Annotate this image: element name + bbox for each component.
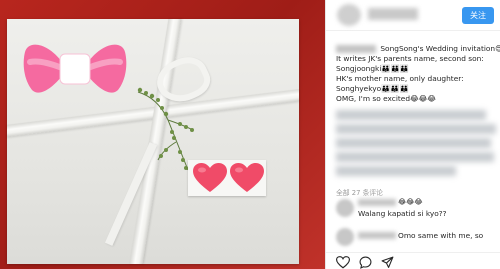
post-photo[interactable] xyxy=(0,0,325,269)
comment-emoji: 😂😂😂 xyxy=(398,198,423,206)
caption-line-3: Songjoongki👪👪👪 xyxy=(336,64,410,73)
heart-sticker-right xyxy=(230,163,264,192)
comment-icon[interactable] xyxy=(359,256,372,269)
post-sidebar: 关注 SongSong's Wedding invitation😍😍😍 It w… xyxy=(325,0,500,269)
comment-count[interactable]: 全部 27 条评论 xyxy=(336,187,383,197)
heart-sticker-left xyxy=(193,163,227,192)
pink-bow-sticker xyxy=(23,44,127,93)
caption-line-1: SongSong's Wedding invitation😍😍😍 xyxy=(336,44,500,54)
share-icon[interactable] xyxy=(381,256,394,269)
caption-username-blurred[interactable] xyxy=(336,45,376,53)
comment-text: Walang kapatid si kyo?? xyxy=(358,209,447,218)
comment-username-blurred[interactable] xyxy=(358,232,396,239)
blurred-text xyxy=(336,110,486,120)
comment-text: Omo same with me, so xyxy=(398,231,484,240)
post-header: 关注 xyxy=(326,0,500,31)
heart-icon[interactable] xyxy=(336,256,350,269)
comment-item: 😂😂😂 Walang kapatid si kyo?? xyxy=(336,198,496,223)
blurred-text xyxy=(336,124,496,134)
post-actions xyxy=(326,252,500,269)
avatar[interactable] xyxy=(337,4,361,26)
post-caption: SongSong's Wedding invitation😍😍😍 It writ… xyxy=(336,44,500,104)
blurred-text xyxy=(336,166,456,176)
follow-button[interactable]: 关注 xyxy=(462,7,494,24)
comment-avatar[interactable] xyxy=(336,228,354,246)
caption-line-4: HK's mother name, only daughter: xyxy=(336,74,464,83)
comment-username-blurred[interactable] xyxy=(358,199,396,206)
comment-avatar[interactable] xyxy=(336,199,354,217)
caption-line-6: OMG, I'm so excited😂😂😂 xyxy=(336,94,436,103)
caption-line-5: Songhyekyo👪👪👪 xyxy=(336,84,409,93)
username-blurred[interactable] xyxy=(368,8,418,20)
comment-item: Omo same with me, so xyxy=(336,228,496,250)
caption-line-2: It writes JK's parents name, second son: xyxy=(336,54,484,63)
blurred-text xyxy=(336,138,491,148)
blurred-text xyxy=(336,152,494,162)
